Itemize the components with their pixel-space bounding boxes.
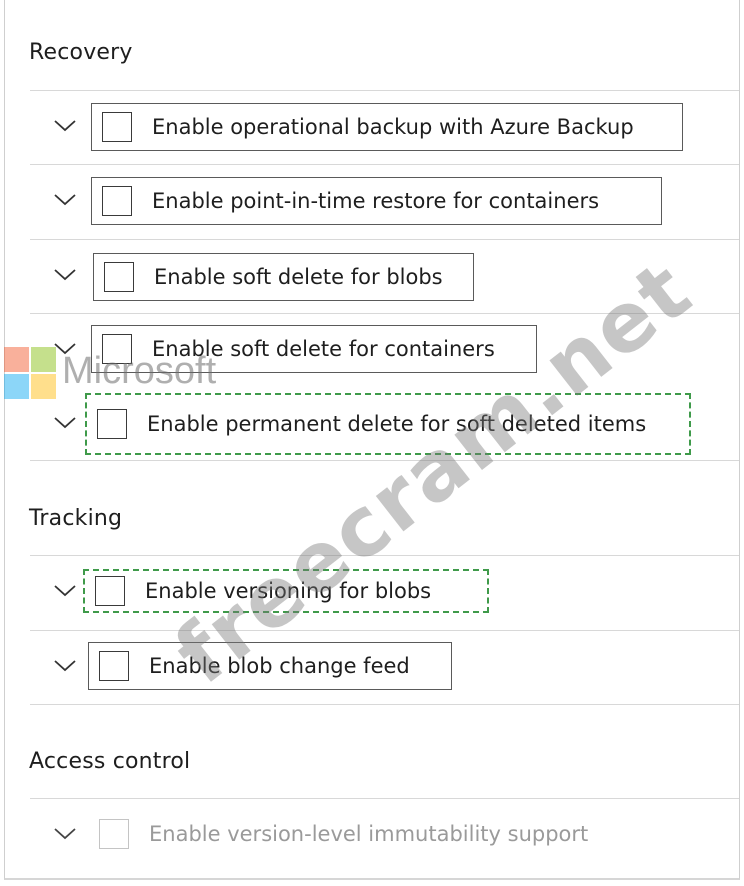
checkbox-icon[interactable] <box>102 112 132 142</box>
option-row-soft-delete-containers: Enable soft delete for containers <box>5 313 739 387</box>
option-row-soft-delete-blobs: Enable soft delete for blobs <box>5 239 739 313</box>
checkbox-icon[interactable] <box>97 409 127 439</box>
option-label: Enable soft delete for blobs <box>154 265 443 289</box>
option-label: Enable soft delete for containers <box>152 337 495 361</box>
option-label: Enable version-level immutability suppor… <box>149 822 589 846</box>
option-versioning[interactable]: Enable versioning for blobs <box>83 569 489 613</box>
divider <box>30 704 739 705</box>
checkbox-icon[interactable] <box>102 334 132 364</box>
chevron-down-icon[interactable] <box>53 822 77 846</box>
option-label: Enable point-in-time restore for contain… <box>152 189 600 213</box>
option-label: Enable blob change feed <box>149 654 410 678</box>
option-row-operational-backup: Enable operational backup with Azure Bac… <box>5 90 739 164</box>
checkbox-icon[interactable] <box>99 651 129 681</box>
chevron-down-icon[interactable] <box>53 114 77 138</box>
option-label: Enable operational backup with Azure Bac… <box>152 115 634 139</box>
data-protection-panel: Recovery Enable operational backup with … <box>4 0 740 880</box>
option-soft-delete-containers[interactable]: Enable soft delete for containers <box>91 325 537 373</box>
option-label: Enable permanent delete for soft deleted… <box>147 412 647 436</box>
chevron-down-icon[interactable] <box>53 411 77 435</box>
option-row-versioning: Enable versioning for blobs <box>5 555 739 629</box>
option-point-in-time-restore[interactable]: Enable point-in-time restore for contain… <box>91 177 662 225</box>
section-heading-access-control: Access control <box>29 749 191 774</box>
option-row-change-feed: Enable blob change feed <box>5 630 739 704</box>
option-immutability: Enable version-level immutability suppor… <box>89 810 649 858</box>
option-row-permanent-delete: Enable permanent delete for soft deleted… <box>5 385 739 459</box>
option-row-immutability: Enable version-level immutability suppor… <box>5 798 739 872</box>
section-heading-tracking: Tracking <box>29 506 123 531</box>
option-soft-delete-blobs[interactable]: Enable soft delete for blobs <box>93 253 474 301</box>
checkbox-icon[interactable] <box>95 576 125 606</box>
divider <box>30 460 739 461</box>
checkbox-icon[interactable] <box>102 186 132 216</box>
option-row-point-in-time-restore: Enable point-in-time restore for contain… <box>5 164 739 238</box>
checkbox-icon <box>99 819 129 849</box>
option-permanent-delete[interactable]: Enable permanent delete for soft deleted… <box>85 393 691 455</box>
chevron-down-icon[interactable] <box>53 263 77 287</box>
section-heading-recovery: Recovery <box>29 40 133 65</box>
option-change-feed[interactable]: Enable blob change feed <box>88 642 452 690</box>
option-label: Enable versioning for blobs <box>145 579 432 603</box>
checkbox-icon[interactable] <box>104 262 134 292</box>
chevron-down-icon[interactable] <box>53 579 77 603</box>
option-operational-backup[interactable]: Enable operational backup with Azure Bac… <box>91 103 683 151</box>
chevron-down-icon[interactable] <box>53 188 77 212</box>
chevron-down-icon[interactable] <box>53 654 77 678</box>
chevron-down-icon[interactable] <box>53 337 77 361</box>
